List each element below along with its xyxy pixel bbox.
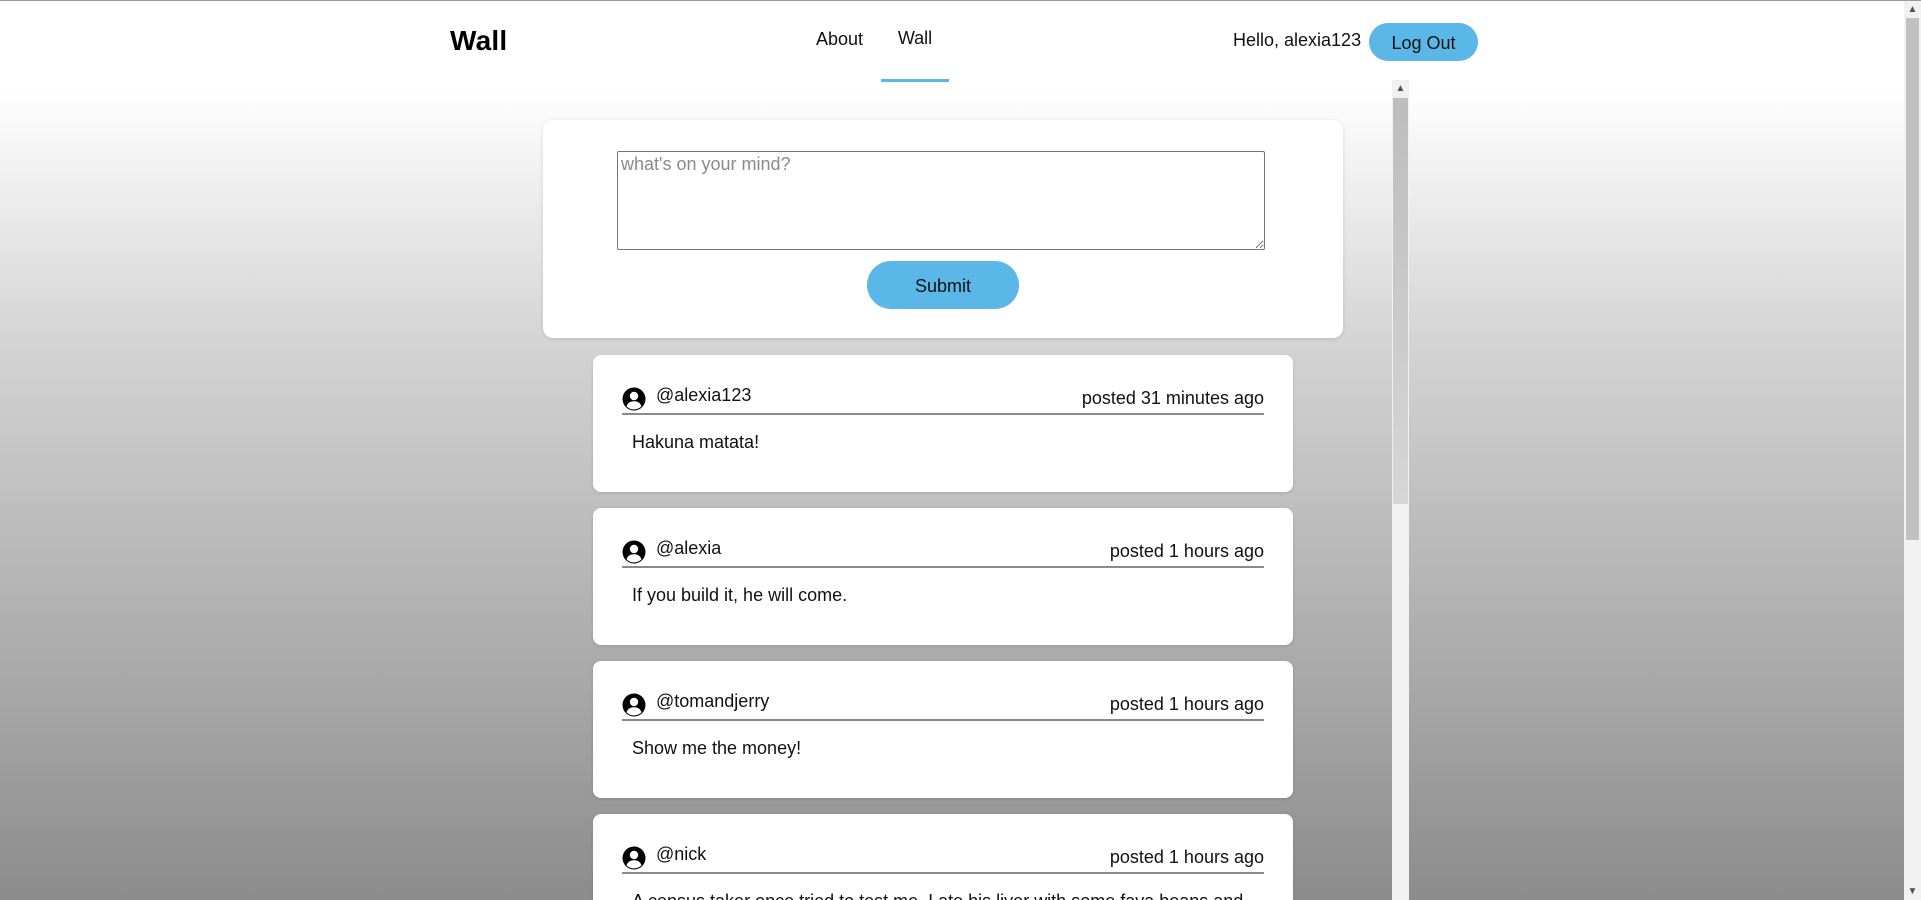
post-header: @alexia123 posted 31 minutes ago [622, 383, 1264, 415]
chevron-down-icon[interactable]: ▼ [1904, 883, 1921, 900]
logout-button[interactable]: Log Out [1369, 23, 1478, 61]
chevron-up-icon[interactable]: ▲ [1904, 1, 1921, 18]
post-timestamp: posted 1 hours ago [1109, 847, 1264, 867]
nav-link-about[interactable]: About [816, 29, 863, 50]
post-card: @alexia posted 1 hours ago If you build … [593, 508, 1293, 645]
active-tab-indicator [881, 79, 949, 82]
post-message: Hakuna matata! [632, 432, 760, 452]
post-header: @nick posted 1 hours ago [622, 842, 1264, 874]
user-circle-icon [622, 846, 646, 870]
post-message: Show me the money! [632, 738, 802, 758]
post-message: If you build it, he will come. [632, 585, 848, 605]
nav-link-wall[interactable]: Wall [881, 28, 949, 80]
page-scrollbar-thumb[interactable] [1906, 18, 1919, 540]
post-timestamp: posted 1 hours ago [1109, 694, 1264, 714]
post-message: A census taker once tried to test me. I … [632, 891, 1243, 900]
post-username[interactable]: @alexia [656, 538, 721, 559]
feed-scrollbar-thumb[interactable] [1393, 98, 1408, 504]
top-navbar: Wall About Wall Hello, alexia123 Log Out [0, 1, 1904, 82]
post-username[interactable]: @nick [656, 844, 706, 865]
post-card: @tomandjerry posted 1 hours ago Show me … [593, 661, 1293, 798]
post-timestamp: posted 1 hours ago [1109, 541, 1264, 561]
post-timestamp: posted 31 minutes ago [1081, 388, 1264, 408]
post-card: @nick posted 1 hours ago A census taker … [593, 814, 1293, 900]
user-greeting: Hello, alexia123 [1233, 30, 1362, 50]
chevron-up-icon[interactable]: ▲ [1392, 80, 1409, 97]
post-card: @alexia123 posted 31 minutes ago Hakuna … [593, 355, 1293, 492]
post-header: @tomandjerry posted 1 hours ago [622, 689, 1264, 721]
post-username[interactable]: @tomandjerry [656, 691, 769, 712]
post-header: @alexia posted 1 hours ago [622, 536, 1264, 568]
user-circle-icon [622, 693, 646, 717]
post-composer: Submit [543, 120, 1343, 338]
brand-logo[interactable]: Wall [450, 25, 507, 57]
user-circle-icon [622, 387, 646, 411]
post-textarea[interactable] [617, 151, 1265, 250]
post-username[interactable]: @alexia123 [656, 385, 751, 406]
user-circle-icon [622, 540, 646, 564]
submit-button[interactable]: Submit [867, 261, 1019, 309]
